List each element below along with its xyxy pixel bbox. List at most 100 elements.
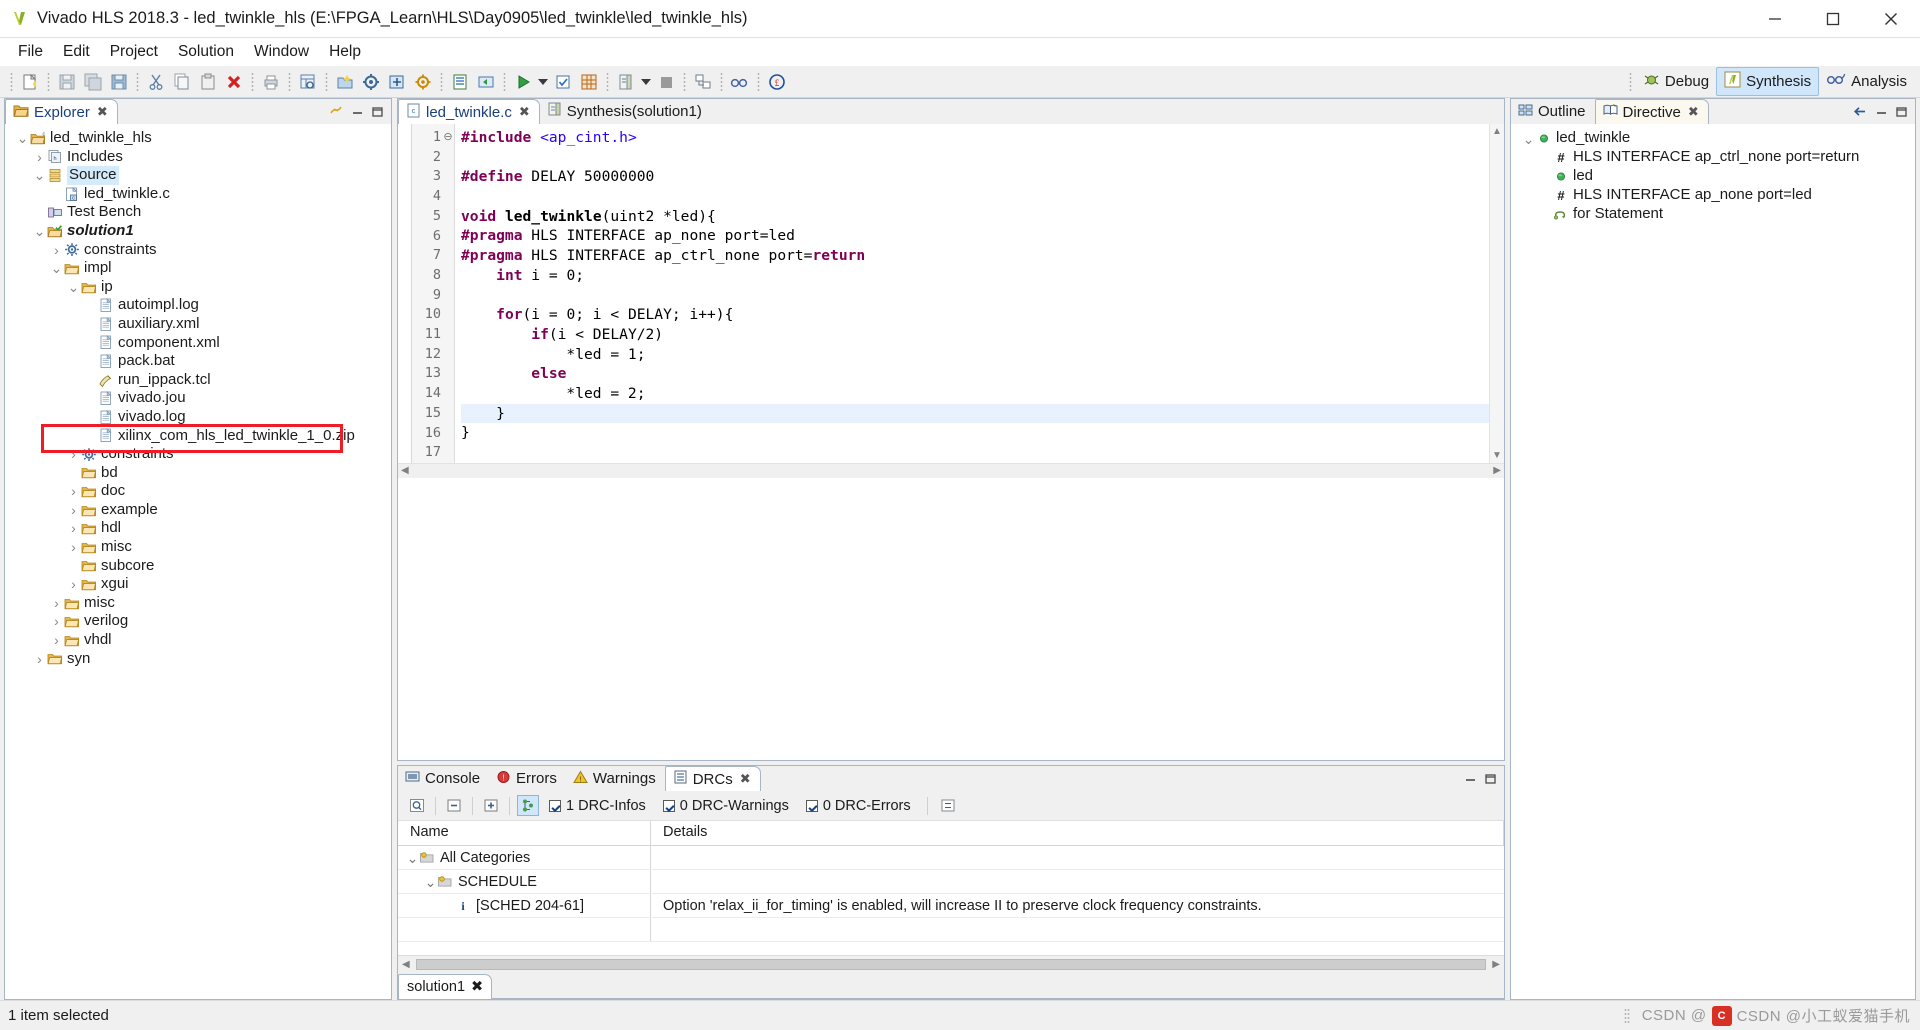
copy-dropdown-icon[interactable]	[639, 70, 653, 94]
scroll-up-icon[interactable]: ▲	[1492, 126, 1502, 137]
chevron-right-icon[interactable]: ›	[50, 594, 63, 613]
chevron-down-icon[interactable]: ⌄	[33, 168, 46, 182]
code-line[interactable]: *led = 1;	[461, 345, 1489, 365]
drc-horizontal-scrollbar[interactable]: ◀ ▶	[398, 955, 1504, 972]
tree-item-source[interactable]: ⌄ Source	[5, 166, 391, 185]
toolbar-grip-11[interactable]	[720, 71, 723, 92]
table-row[interactable]: ⌄ All Categories	[398, 846, 1504, 870]
tab-errors[interactable]: ! Errors	[489, 766, 566, 791]
filter-drc-infos[interactable]: 1 DRC-Infos	[549, 798, 646, 814]
menu-file[interactable]: File	[8, 40, 53, 64]
drc-table[interactable]: Name Details ⌄ All Categories ⌄ SCHEDULE i [S…	[398, 821, 1504, 972]
c-simulation-icon[interactable]	[551, 70, 575, 94]
perspective-grip[interactable]	[1628, 71, 1632, 92]
open-declaration-icon[interactable]	[296, 70, 320, 94]
minimize-icon[interactable]	[351, 105, 364, 122]
tree-item-autoimpl-log[interactable]: autoimpl.log	[5, 296, 391, 315]
chevron-right-icon[interactable]: ›	[50, 241, 63, 260]
tree-item-led-twinkle-c[interactable]: c led_twinkle.c	[5, 185, 391, 204]
collapse-all-icon[interactable]	[443, 795, 465, 816]
back-arrow-icon[interactable]	[1853, 105, 1868, 122]
save-all-icon[interactable]	[81, 70, 105, 94]
code-line[interactable]: *led = 2;	[461, 384, 1489, 404]
source-code[interactable]: #include <ap_cint.h> #define DELAY 50000…	[455, 124, 1489, 463]
run-icon[interactable]	[511, 70, 535, 94]
tree-item-vivado-log[interactable]: vivado.log	[5, 408, 391, 427]
tree-item-misc[interactable]: › misc	[5, 594, 391, 613]
toolbar-grip-7[interactable]	[440, 71, 443, 92]
project-tree[interactable]: ⌄ c led_twinkle_hls › h Includes ⌄ Source c led_t…	[5, 124, 391, 668]
tree-item-doc[interactable]: › doc	[5, 482, 391, 501]
minimize-icon[interactable]	[1875, 105, 1888, 122]
code-line[interactable]: #define DELAY 50000000	[461, 167, 1489, 187]
editor-vertical-scrollbar[interactable]: ▲ ▼	[1489, 124, 1504, 463]
column-header-name[interactable]: Name	[398, 821, 651, 845]
code-line[interactable]: #pragma HLS INTERFACE ap_ctrl_none port=…	[461, 246, 1489, 266]
chevron-down-icon[interactable]: ⌄	[406, 851, 419, 865]
menu-edit[interactable]: Edit	[53, 40, 100, 64]
project-settings-icon[interactable]	[359, 70, 383, 94]
chevron-right-icon[interactable]: ›	[67, 538, 80, 557]
toolbar-grip-5[interactable]	[288, 71, 291, 92]
chevron-right-icon[interactable]: ›	[67, 501, 80, 520]
chevron-right-icon[interactable]: ›	[50, 631, 63, 650]
chevron-down-icon[interactable]: ⌄	[33, 224, 46, 238]
code-line[interactable]: for(i = 0; i < DELAY; i++){	[461, 305, 1489, 325]
editor-horizontal-scrollbar[interactable]: ◀ ▶	[398, 462, 1504, 478]
tree-item-run-ippack-tcl[interactable]: run_ippack.tcl	[5, 371, 391, 390]
tab-warnings[interactable]: ! Warnings	[566, 766, 665, 791]
chevron-down-icon[interactable]: ⌄	[67, 280, 80, 294]
tree-item-constraints[interactable]: › constraints	[5, 445, 391, 464]
scroll-right-icon[interactable]: ▶	[1488, 959, 1504, 970]
close-icon[interactable]: ✖	[519, 104, 530, 120]
analysis-glasses-icon[interactable]	[728, 70, 752, 94]
chevron-right-icon[interactable]: ›	[67, 519, 80, 538]
tab-synthesis-solution1[interactable]: Synthesis(solution1)	[540, 99, 711, 124]
scroll-down-icon[interactable]: ▼	[1492, 450, 1502, 461]
menu-project[interactable]: Project	[100, 40, 168, 64]
tree-item-constraints[interactable]: › constraints	[5, 241, 391, 260]
directive-item-for-statement[interactable]: for Statement	[1511, 205, 1915, 224]
menu-window[interactable]: Window	[244, 40, 319, 64]
cosim-icon[interactable]	[577, 70, 601, 94]
toolbar-grip-12[interactable]	[757, 71, 760, 92]
code-line[interactable]	[461, 286, 1489, 306]
minimize-icon[interactable]	[1464, 772, 1477, 789]
close-icon[interactable]: ✖	[740, 771, 751, 787]
tree-item-xgui[interactable]: › xgui	[5, 575, 391, 594]
code-line[interactable]: #pragma HLS INTERFACE ap_none port=led	[461, 226, 1489, 246]
view-menu-icon[interactable]	[937, 795, 959, 816]
chevron-down-icon[interactable]: ⌄	[424, 875, 437, 889]
print-icon[interactable]	[259, 70, 283, 94]
tab-explorer[interactable]: Explorer ✖	[5, 99, 118, 124]
tab-drcs[interactable]: DRCs ✖	[664, 766, 761, 791]
code-line[interactable]: }	[461, 423, 1489, 443]
copy-icon[interactable]	[170, 70, 194, 94]
drc-table-body[interactable]: ⌄ All Categories ⌄ SCHEDULE i [SCHED 204-61] O…	[398, 846, 1504, 955]
close-icon[interactable]: ✖	[471, 979, 483, 995]
directive-item-led-twinkle[interactable]: ⌄ led_twinkle	[1511, 129, 1915, 148]
perspective-analysis[interactable]: Analysis	[1819, 69, 1914, 94]
scroll-thumb[interactable]	[415, 958, 1487, 970]
tree-item-bd[interactable]: bd	[5, 464, 391, 483]
cut-icon[interactable]	[144, 70, 168, 94]
tree-item-pack-bat[interactable]: pack.bat	[5, 352, 391, 371]
code-line[interactable]: if(i < DELAY/2)	[461, 325, 1489, 345]
toolbar-grip-6[interactable]	[325, 71, 328, 92]
tab-console[interactable]: Console	[398, 766, 489, 791]
code-line[interactable]: #include <ap_cint.h>	[461, 128, 1489, 148]
chevron-right-icon[interactable]: ›	[67, 575, 80, 594]
menu-help[interactable]: Help	[319, 40, 371, 64]
tree-item-subcore[interactable]: subcore	[5, 557, 391, 576]
code-line[interactable]: else	[461, 364, 1489, 384]
save-as-icon[interactable]	[107, 70, 131, 94]
code-line[interactable]: void led_twinkle(uint2 *led){	[461, 207, 1489, 227]
directive-tree[interactable]: ⌄ led_twinkle # HLS INTERFACE ap_ctrl_none …	[1511, 124, 1915, 224]
directive-item-hls-interface-ap-ctrl-none-port-return[interactable]: # HLS INTERFACE ap_ctrl_none port=return	[1511, 148, 1915, 167]
minimize-button[interactable]	[1746, 0, 1804, 38]
new-file-icon[interactable]	[18, 70, 42, 94]
table-row[interactable]: ⌄ SCHEDULE	[398, 870, 1504, 894]
maximize-icon[interactable]	[1484, 772, 1497, 789]
tree-item-syn[interactable]: › syn	[5, 650, 391, 669]
fold-collapse-icon[interactable]: ⊖	[442, 128, 454, 148]
